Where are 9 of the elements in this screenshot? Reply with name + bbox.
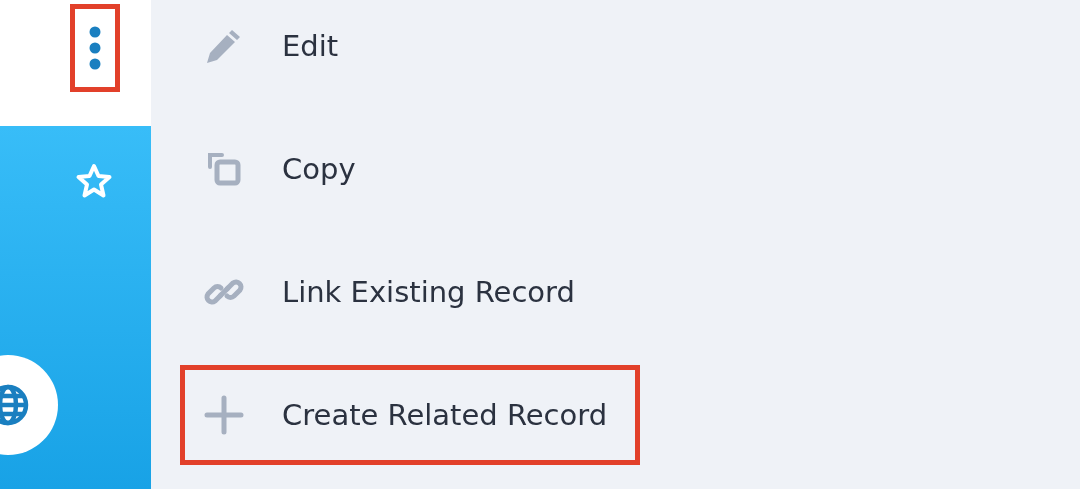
- menu-item[interactable]: Create Related Record: [180, 365, 641, 465]
- menu-item[interactable]: Copy: [180, 119, 389, 219]
- more-icon: [89, 26, 101, 70]
- star-icon[interactable]: [75, 163, 113, 199]
- plus-icon: [204, 395, 244, 435]
- more-button[interactable]: [70, 4, 120, 92]
- menu-item[interactable]: Link Existing Record: [180, 242, 608, 342]
- copy-icon: [206, 151, 242, 187]
- menu-item[interactable]: Edit: [180, 0, 372, 96]
